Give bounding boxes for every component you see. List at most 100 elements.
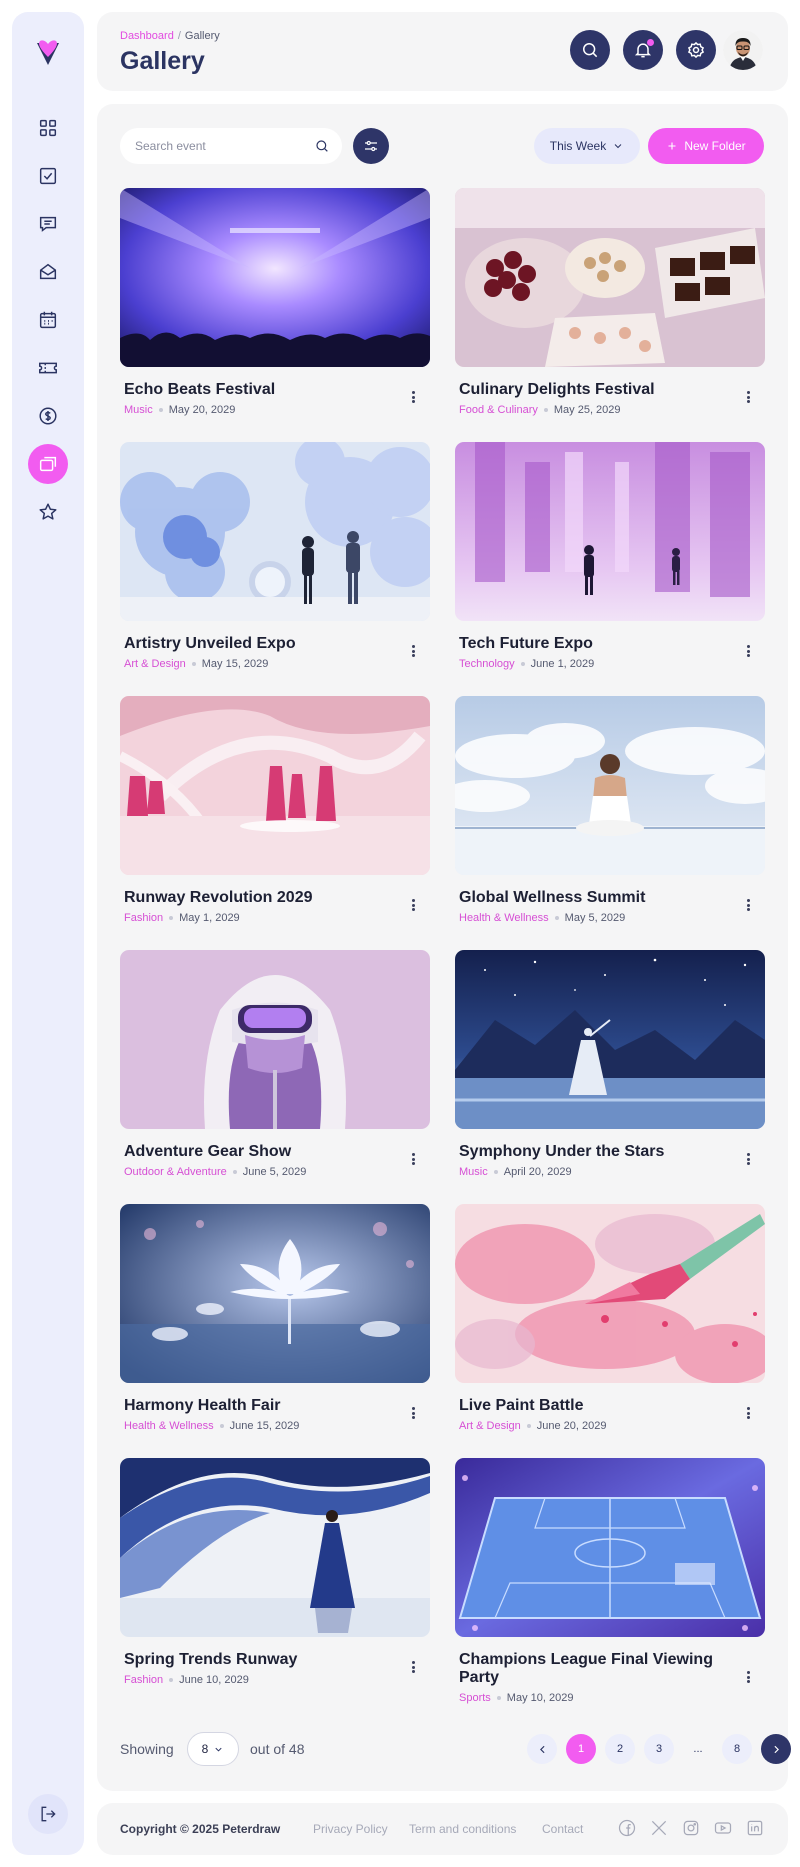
logout-button[interactable] <box>28 1794 68 1834</box>
nav-finance[interactable] <box>28 396 68 436</box>
card-meta: Technology June 1, 2029 <box>459 658 594 670</box>
gallery-card[interactable]: Symphony Under the Stars Music April 20, … <box>455 950 765 1184</box>
nav-tickets[interactable] <box>28 348 68 388</box>
more-options-button[interactable] <box>406 896 420 914</box>
settings-button[interactable] <box>676 30 716 70</box>
gallery-card[interactable]: Culinary Delights Festival Food & Culina… <box>455 188 765 422</box>
card-category: Music <box>124 404 153 416</box>
event-image[interactable] <box>455 1204 765 1383</box>
event-image[interactable] <box>120 696 430 875</box>
more-options-button[interactable] <box>406 1150 420 1168</box>
gallery-card[interactable]: Global Wellness Summit Health & Wellness… <box>455 696 765 930</box>
new-folder-button[interactable]: New Folder <box>648 128 764 164</box>
card-meta: Art & Design May 15, 2029 <box>124 658 268 670</box>
breadcrumb-gallery: Gallery <box>184 30 220 42</box>
nav-calendar[interactable] <box>28 300 68 340</box>
event-image[interactable] <box>455 188 765 367</box>
prev-page-button[interactable] <box>527 1734 557 1764</box>
nav-gallery[interactable] <box>28 444 68 484</box>
x-icon[interactable] <box>649 1818 669 1838</box>
page-ellipsis: ... <box>693 1743 703 1755</box>
period-dropdown[interactable]: This Week <box>534 128 640 164</box>
gallery-card[interactable]: Adventure Gear Show Outdoor & Adventure J… <box>120 950 430 1184</box>
gallery-card[interactable]: Runway Revolution 2029 Fashion May 1, 202… <box>120 696 430 930</box>
search-placeholder: Search event <box>135 139 206 153</box>
gallery-card[interactable]: Tech Future Expo Technology June 1, 2029 <box>455 442 765 676</box>
nav-messages[interactable] <box>28 204 68 244</box>
nav-dashboard[interactable] <box>28 108 68 148</box>
search-icon[interactable] <box>314 138 330 154</box>
card-title: Spring Trends Runway <box>124 1651 298 1668</box>
more-options-button[interactable] <box>406 642 420 660</box>
more-options-button[interactable] <box>741 1668 755 1686</box>
gallery-card[interactable]: Harmony Health Fair Health & Wellness Jun… <box>120 1204 430 1438</box>
dashboard-icon <box>39 119 57 137</box>
breadcrumb: Dashboard / Gallery <box>120 30 220 42</box>
card-category: Health & Wellness <box>124 1420 214 1432</box>
event-image[interactable] <box>455 950 765 1129</box>
gallery-card[interactable]: Artistry Unveiled Expo Art & Design May 1… <box>120 442 430 676</box>
filter-button[interactable] <box>353 128 389 164</box>
nav-favorites[interactable] <box>28 492 68 532</box>
more-options-button[interactable] <box>406 388 420 406</box>
chevron-down-icon <box>215 1747 222 1752</box>
card-meta: Health & Wellness June 15, 2029 <box>124 1420 299 1432</box>
gallery-card[interactable]: Live Paint Battle Art & Design June 20, 2… <box>455 1204 765 1438</box>
page-button-2[interactable]: 2 <box>605 1734 635 1764</box>
youtube-icon[interactable] <box>713 1818 733 1838</box>
event-image[interactable] <box>455 1458 765 1637</box>
page-header: Dashboard / Gallery Gallery <box>97 12 788 91</box>
card-title: Global Wellness Summit <box>459 889 646 906</box>
logout-icon <box>41 1806 56 1822</box>
linkedin-icon[interactable] <box>745 1818 765 1838</box>
search-button[interactable] <box>570 30 610 70</box>
contact-link[interactable]: Contact <box>542 1822 583 1836</box>
event-image[interactable] <box>120 950 430 1129</box>
event-image[interactable] <box>120 188 430 367</box>
card-meta: Fashion June 10, 2029 <box>124 1674 249 1686</box>
card-title: Symphony Under the Stars <box>459 1143 665 1160</box>
privacy-policy-link[interactable]: Privacy Policy <box>313 1822 388 1836</box>
nav-inbox[interactable] <box>28 252 68 292</box>
more-options-button[interactable] <box>406 1658 420 1676</box>
more-options-button[interactable] <box>741 1404 755 1422</box>
chevron-right-icon <box>773 1745 779 1753</box>
nav-tasks[interactable] <box>28 156 68 196</box>
facebook-icon[interactable] <box>617 1818 637 1838</box>
page-button-3[interactable]: 3 <box>644 1734 674 1764</box>
more-options-button[interactable] <box>741 642 755 660</box>
instagram-icon[interactable] <box>681 1818 701 1838</box>
terms-link[interactable]: Term and conditions <box>409 1822 516 1836</box>
gallery-card[interactable]: Spring Trends Runway Fashion June 10, 202… <box>120 1458 430 1692</box>
page-button-1[interactable]: 1 <box>566 1734 596 1764</box>
gallery-card[interactable]: Champions League Final Viewing Party Spo… <box>455 1458 765 1704</box>
period-label: This Week <box>549 139 607 153</box>
event-image[interactable] <box>455 696 765 875</box>
brand-logo[interactable] <box>35 39 61 67</box>
notifications-button[interactable] <box>623 30 663 70</box>
page-button-8[interactable]: 8 <box>722 1734 752 1764</box>
event-image[interactable] <box>120 1204 430 1383</box>
more-options-button[interactable] <box>741 1150 755 1168</box>
card-title: Tech Future Expo <box>459 635 593 652</box>
pagination: Showing 8 out of 48 1 2 3 ... 8 <box>120 1732 791 1766</box>
per-page-select[interactable]: 8 <box>187 1732 239 1766</box>
gallery-card[interactable]: Echo Beats Festival Music May 20, 2029 <box>120 188 430 422</box>
card-date: May 10, 2029 <box>506 1692 574 1704</box>
more-options-button[interactable] <box>741 388 755 406</box>
event-image[interactable] <box>120 442 430 621</box>
next-page-button[interactable] <box>761 1734 791 1764</box>
breadcrumb-dashboard[interactable]: Dashboard <box>120 30 174 42</box>
search-event-input[interactable]: Search event <box>120 128 342 164</box>
card-category: Art & Design <box>459 1420 521 1432</box>
event-image[interactable] <box>455 442 765 621</box>
event-image[interactable] <box>120 1458 430 1637</box>
plus-icon <box>668 142 676 150</box>
card-category: Fashion <box>124 1674 164 1686</box>
user-avatar[interactable] <box>723 30 763 70</box>
more-options-button[interactable] <box>741 896 755 914</box>
message-icon <box>39 216 57 232</box>
more-options-button[interactable] <box>406 1404 420 1422</box>
card-title: Culinary Delights Festival <box>459 381 655 398</box>
card-meta: Music April 20, 2029 <box>459 1166 572 1178</box>
